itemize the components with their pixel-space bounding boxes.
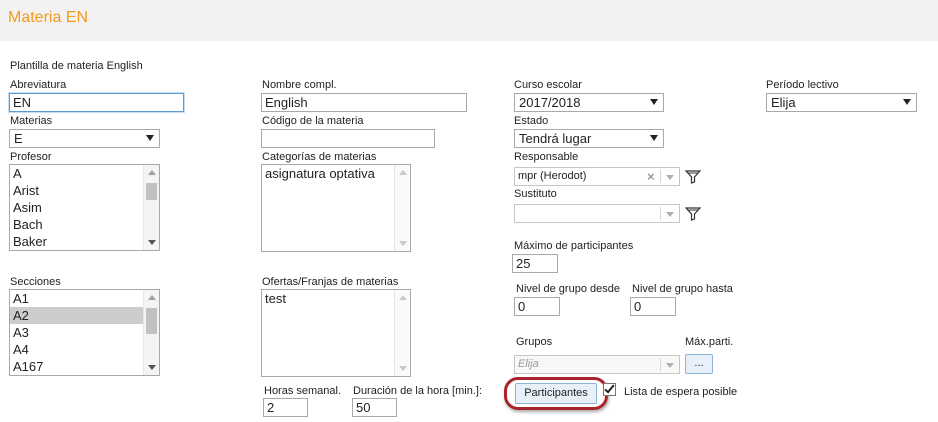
grupos-combo[interactable]: Elija xyxy=(514,355,680,374)
list-item[interactable]: Asim xyxy=(10,199,159,216)
more-button[interactable]: ... xyxy=(685,354,713,374)
ofertas-label: Ofertas/Franjas de materias xyxy=(262,276,399,288)
scroll-up-icon[interactable] xyxy=(148,170,156,175)
sustituto-label: Sustituto xyxy=(514,188,557,200)
materias-value: E xyxy=(14,131,23,146)
list-item[interactable]: Arist xyxy=(10,182,159,199)
categorias-label: Categorías de materias xyxy=(262,151,377,163)
list-item[interactable]: Baker xyxy=(10,233,159,250)
periodo-value: Elija xyxy=(771,95,796,110)
list-item[interactable]: A167 xyxy=(10,358,159,375)
max-parti-label: Máx.parti. xyxy=(685,336,734,348)
curso-value: 2017/2018 xyxy=(519,95,581,110)
periodo-select[interactable]: Elija xyxy=(766,93,917,112)
page-title: Materia EN xyxy=(8,9,89,26)
profesor-scrollbar[interactable] xyxy=(143,165,159,250)
chevron-down-icon xyxy=(146,135,154,141)
list-item[interactable]: A3 xyxy=(10,324,159,341)
filter-icon[interactable] xyxy=(685,170,701,184)
chevron-down-icon[interactable] xyxy=(666,363,674,368)
template-label: Plantilla de materia English xyxy=(10,60,143,72)
duracion-label: Duración de la hora [min.]: xyxy=(353,385,483,397)
responsable-combo[interactable]: mpr (Herodot) × xyxy=(514,167,680,186)
scroll-thumb[interactable] xyxy=(146,183,157,200)
profesor-label: Profesor xyxy=(10,151,52,163)
max-participantes-input[interactable]: 25 xyxy=(512,254,558,273)
chevron-down-icon xyxy=(903,99,911,105)
list-item[interactable]: A1 xyxy=(10,290,159,307)
nivel-desde-label: Nivel de grupo desde xyxy=(516,283,620,295)
categorias-listbox[interactable]: asignatura optativa xyxy=(261,164,411,252)
chevron-down-icon[interactable] xyxy=(666,212,674,217)
page-header: Materia EN xyxy=(0,0,938,41)
nivel-hasta-input[interactable]: 0 xyxy=(630,297,676,316)
grupos-placeholder: Elija xyxy=(518,358,539,370)
periodo-label: Período lectivo xyxy=(766,79,839,91)
horas-label: Horas semanal. xyxy=(264,385,342,397)
estado-label: Estado xyxy=(514,115,549,127)
list-item-selected[interactable]: A2 xyxy=(10,307,159,324)
list-item[interactable]: test xyxy=(262,290,410,307)
scroll-thumb[interactable] xyxy=(146,308,157,334)
secciones-listbox[interactable]: A1 A2 A3 A4 A167 xyxy=(9,289,160,376)
check-icon xyxy=(604,382,615,394)
abreviatura-input[interactable]: EN xyxy=(9,93,184,112)
combo-divider xyxy=(660,358,661,371)
list-item[interactable]: A4 xyxy=(10,341,159,358)
abreviatura-label: Abreviatura xyxy=(10,79,67,91)
codigo-input[interactable] xyxy=(261,129,435,148)
sustituto-combo[interactable] xyxy=(514,204,680,223)
duracion-input[interactable]: 50 xyxy=(352,398,397,417)
materias-label: Materias xyxy=(10,115,53,127)
nivel-desde-input[interactable]: 0 xyxy=(514,297,560,316)
ofertas-listbox[interactable]: test xyxy=(261,289,411,377)
lista-espera-label: Lista de espera posible xyxy=(624,386,738,398)
scroll-up-icon[interactable] xyxy=(148,295,156,300)
participantes-button[interactable]: Participantes xyxy=(515,383,597,404)
scroll-up-icon[interactable] xyxy=(399,295,407,300)
combo-divider xyxy=(660,170,661,183)
nivel-hasta-label: Nivel de grupo hasta xyxy=(632,283,733,295)
profesor-listbox[interactable]: A Arist Asim Bach Baker xyxy=(9,164,160,251)
codigo-label: Código de la materia xyxy=(262,115,364,127)
chevron-down-icon xyxy=(650,135,658,141)
nombre-label: Nombre compl. xyxy=(262,79,337,91)
list-item[interactable]: asignatura optativa xyxy=(262,165,410,182)
curso-select[interactable]: 2017/2018 xyxy=(514,93,664,112)
chevron-down-icon xyxy=(650,99,658,105)
categorias-scrollbar[interactable] xyxy=(394,165,410,251)
scroll-down-icon[interactable] xyxy=(399,366,407,371)
responsable-value: mpr (Herodot) xyxy=(518,170,587,182)
scroll-down-icon[interactable] xyxy=(148,240,156,245)
secciones-scrollbar[interactable] xyxy=(143,290,159,375)
scroll-up-icon[interactable] xyxy=(399,170,407,175)
responsable-label: Responsable xyxy=(514,151,579,163)
curso-label: Curso escolar xyxy=(514,79,582,91)
max-participantes-label: Máximo de participantes xyxy=(514,240,634,252)
chevron-down-icon[interactable] xyxy=(666,175,674,180)
materias-select[interactable]: E xyxy=(9,129,160,148)
scroll-down-icon[interactable] xyxy=(399,241,407,246)
lista-espera-checkbox[interactable] xyxy=(603,382,616,396)
combo-divider xyxy=(660,207,661,220)
list-item[interactable]: A xyxy=(10,165,159,182)
estado-value: Tendrá lugar xyxy=(519,131,592,146)
grupos-label: Grupos xyxy=(516,336,553,348)
list-item[interactable]: Bach xyxy=(10,216,159,233)
nombre-input[interactable]: English xyxy=(261,93,467,112)
estado-select[interactable]: Tendrá lugar xyxy=(514,129,664,148)
filter-icon[interactable] xyxy=(685,207,701,221)
horas-input[interactable]: 2 xyxy=(263,398,308,417)
secciones-label: Secciones xyxy=(10,276,61,288)
scroll-down-icon[interactable] xyxy=(148,365,156,370)
ofertas-scrollbar[interactable] xyxy=(394,290,410,376)
clear-icon[interactable]: × xyxy=(647,168,655,185)
